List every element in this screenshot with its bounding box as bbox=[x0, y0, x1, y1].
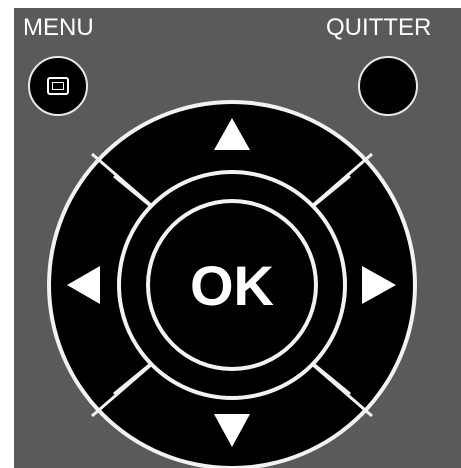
dpad: OK bbox=[47, 100, 417, 468]
ok-label: OK bbox=[190, 254, 274, 317]
